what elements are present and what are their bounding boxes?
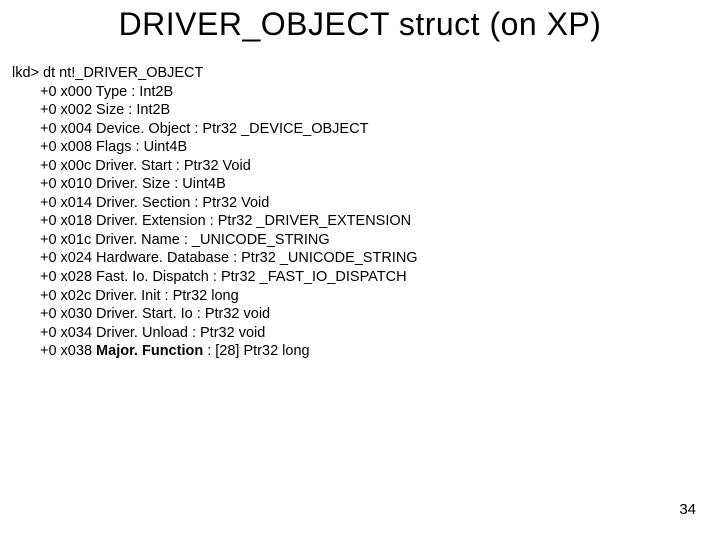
field-offset: +0 x008 bbox=[40, 139, 96, 155]
field-offset: +0 x02c bbox=[40, 288, 95, 304]
field-name: Flags bbox=[96, 139, 131, 155]
field-type: : _UNICODE_STRING bbox=[180, 232, 330, 248]
field-row: +0 x000 Type : Int2B bbox=[12, 83, 418, 102]
field-type: : [28] Ptr32 long bbox=[203, 343, 309, 359]
field-row: +0 x008 Flags : Uint4B bbox=[12, 138, 418, 157]
field-offset: +0 x00c bbox=[40, 158, 95, 174]
field-offset: +0 x018 bbox=[40, 213, 96, 229]
field-offset: +0 x000 bbox=[40, 84, 96, 100]
field-name: Driver. Extension bbox=[96, 213, 206, 229]
slide-title: DRIVER_OBJECT struct (on XP) bbox=[0, 6, 720, 43]
field-offset: +0 x004 bbox=[40, 121, 96, 137]
field-type: : Uint4B bbox=[170, 176, 226, 192]
field-offset: +0 x014 bbox=[40, 195, 96, 211]
field-type: : Uint4B bbox=[132, 139, 188, 155]
field-row: +0 x014 Driver. Section : Ptr32 Void bbox=[12, 194, 418, 213]
field-name: Driver. Start. Io bbox=[96, 306, 193, 322]
field-type: : Ptr32 _DEVICE_OBJECT bbox=[190, 121, 368, 137]
field-type: : Ptr32 void bbox=[193, 306, 270, 322]
field-row: +0 x004 Device. Object : Ptr32 _DEVICE_O… bbox=[12, 120, 418, 139]
field-type: : Ptr32 _UNICODE_STRING bbox=[229, 250, 418, 266]
field-name: Driver. Start bbox=[95, 158, 172, 174]
field-row: +0 x034 Driver. Unload : Ptr32 void bbox=[12, 324, 418, 343]
struct-dump: lkd> dt nt!_DRIVER_OBJECT +0 x000 Type :… bbox=[12, 64, 418, 361]
field-name: Driver. Unload bbox=[96, 325, 188, 341]
field-name: Driver. Name bbox=[95, 232, 180, 248]
field-row: +0 x01c Driver. Name : _UNICODE_STRING bbox=[12, 231, 418, 250]
field-name: Driver. Section bbox=[96, 195, 190, 211]
field-name: Size bbox=[96, 102, 124, 118]
field-list: +0 x000 Type : Int2B+0 x002 Size : Int2B… bbox=[12, 83, 418, 361]
field-type: : Ptr32 _DRIVER_EXTENSION bbox=[206, 213, 411, 229]
field-name: Fast. Io. Dispatch bbox=[96, 269, 209, 285]
field-name: Driver. Size bbox=[96, 176, 170, 192]
field-row: +0 x010 Driver. Size : Uint4B bbox=[12, 175, 418, 194]
field-name: Hardware. Database bbox=[96, 250, 229, 266]
field-row: +0 x002 Size : Int2B bbox=[12, 101, 418, 120]
field-row: +0 x024 Hardware. Database : Ptr32 _UNIC… bbox=[12, 249, 418, 268]
field-offset: +0 x038 bbox=[40, 343, 96, 359]
field-row: +0 x028 Fast. Io. Dispatch : Ptr32 _FAST… bbox=[12, 268, 418, 287]
field-type: : Ptr32 _FAST_IO_DISPATCH bbox=[209, 269, 407, 285]
field-type: : Int2B bbox=[127, 84, 173, 100]
field-row: +0 x018 Driver. Extension : Ptr32 _DRIVE… bbox=[12, 212, 418, 231]
field-name: Device. Object bbox=[96, 121, 190, 137]
field-row: +0 x00c Driver. Start : Ptr32 Void bbox=[12, 157, 418, 176]
slide: DRIVER_OBJECT struct (on XP) lkd> dt nt!… bbox=[0, 0, 720, 540]
field-type: : Ptr32 long bbox=[160, 288, 238, 304]
field-offset: +0 x028 bbox=[40, 269, 96, 285]
field-type: : Ptr32 void bbox=[188, 325, 265, 341]
field-name: Type bbox=[96, 84, 127, 100]
field-row: +0 x030 Driver. Start. Io : Ptr32 void bbox=[12, 305, 418, 324]
field-type: : Ptr32 Void bbox=[172, 158, 251, 174]
field-type: : Int2B bbox=[124, 102, 170, 118]
page-number: 34 bbox=[679, 501, 696, 518]
field-row: +0 x038 Major. Function : [28] Ptr32 lon… bbox=[12, 342, 418, 361]
field-type: : Ptr32 Void bbox=[190, 195, 269, 211]
field-name: Major. Function bbox=[96, 343, 203, 359]
field-offset: +0 x010 bbox=[40, 176, 96, 192]
field-offset: +0 x002 bbox=[40, 102, 96, 118]
field-offset: +0 x034 bbox=[40, 325, 96, 341]
field-row: +0 x02c Driver. Init : Ptr32 long bbox=[12, 287, 418, 306]
field-offset: +0 x030 bbox=[40, 306, 96, 322]
field-name: Driver. Init bbox=[95, 288, 160, 304]
field-offset: +0 x024 bbox=[40, 250, 96, 266]
field-offset: +0 x01c bbox=[40, 232, 95, 248]
command-line: lkd> dt nt!_DRIVER_OBJECT bbox=[12, 64, 418, 83]
